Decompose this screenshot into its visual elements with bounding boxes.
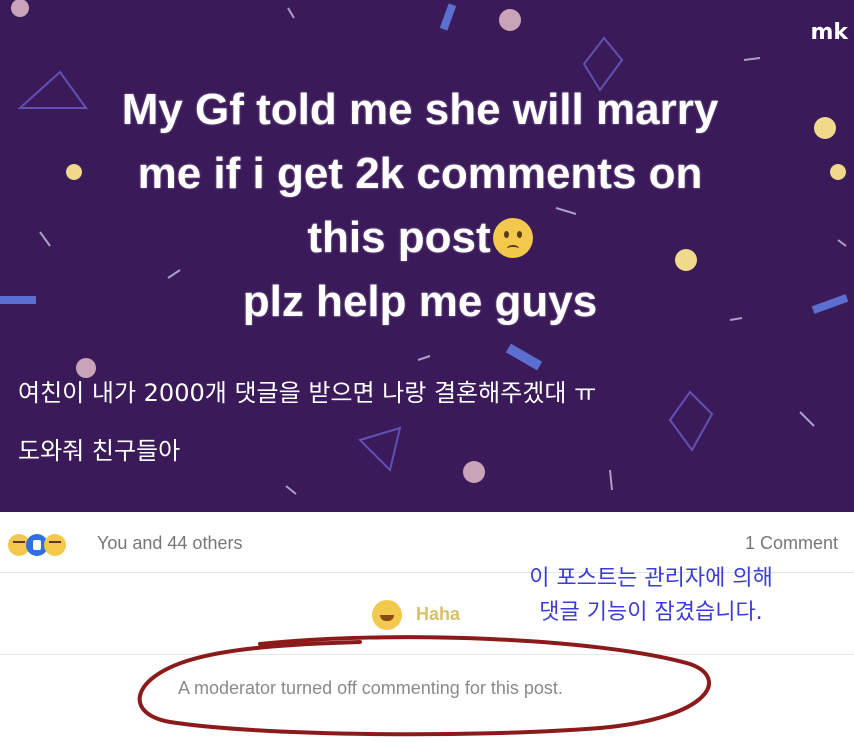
headline-line: this post [20,206,820,270]
lock-note-line: 이 포스트는 관리자에 의해 [529,566,773,591]
moderator-note: A moderator turned off commenting for th… [178,678,563,698]
headline-line: plz help me guys [242,277,598,326]
worried-face-icon [492,218,533,258]
headline-line: My Gf told me she will marry [121,85,719,134]
headline-line: me if i get 2k comments on [137,149,703,198]
post-image: mk My Gf told me she will marry me if i … [0,0,854,512]
lock-note-line: 댓글 기능이 잠겼습니다. [539,600,763,625]
headline-text: this post [307,213,491,262]
reactions-summary[interactable]: You and 44 others [97,533,242,554]
comment-count[interactable]: 1 Comment [745,533,838,554]
post-headline: My Gf told me she will marry me if i get… [20,78,820,334]
korean-caption-line: 여친이 내가 2000개 댓글을 받으면 나랑 결혼해주겠대 ㅠ [18,379,597,407]
haha-label: Haha [416,604,461,624]
watermark: mk [810,20,848,45]
korean-lock-note: 이 포스트는 관리자에 의해 댓글 기능이 잠겼습니다. [486,562,816,630]
korean-caption-line: 도와줘 친구들아 [18,437,181,465]
sad-icon [44,534,66,556]
haha-icon [372,600,402,630]
